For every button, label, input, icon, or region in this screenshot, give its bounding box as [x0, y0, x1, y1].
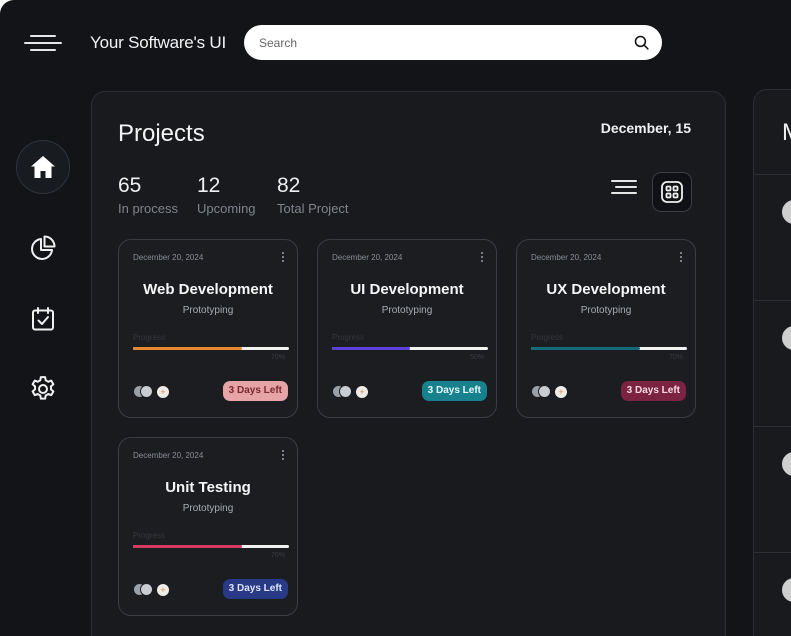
add-member-icon[interactable]: +	[157, 386, 169, 398]
progress-bar	[133, 347, 289, 350]
card-title: UI Development	[350, 281, 464, 298]
avatar	[538, 385, 551, 398]
progress-percent: 70%	[270, 354, 285, 361]
progress-label: Progress	[531, 333, 564, 342]
stat-label: Total Project	[277, 201, 349, 216]
card-date: December 20, 2024	[531, 253, 602, 262]
days-left-badge: 3 Days Left	[222, 381, 288, 401]
stat-upcoming: 12 Upcoming	[197, 174, 256, 216]
days-left-badge: 3 Days Left	[421, 381, 487, 401]
more-options-icon[interactable]	[281, 252, 285, 264]
search-input[interactable]	[259, 33, 619, 52]
stat-label: In process	[118, 201, 178, 216]
days-left-badge: 3 Days Left	[222, 579, 288, 599]
sidebar-item-home[interactable]	[16, 140, 70, 194]
right-panel-title: M	[782, 119, 791, 147]
card-subtitle: Prototyping	[381, 305, 433, 316]
stat-total: 82 Total Project	[277, 174, 349, 216]
project-card-web-development[interactable]: December 20, 2024 Web Development Protot…	[118, 239, 298, 418]
hamburger-menu-icon[interactable]	[24, 32, 62, 54]
more-options-icon[interactable]	[480, 252, 484, 264]
progress-label: Progress	[133, 333, 166, 342]
app-window: Your Software's UI Pro	[0, 0, 791, 636]
stat-value: 82	[277, 174, 301, 197]
more-options-icon[interactable]	[281, 450, 285, 462]
stat-label: Upcoming	[197, 201, 256, 216]
search-bar[interactable]	[244, 25, 662, 60]
card-title: Unit Testing	[165, 479, 251, 496]
days-left-badge: 3 Days Left	[620, 381, 686, 401]
avatar	[782, 200, 791, 224]
page-title: Projects	[118, 120, 205, 147]
progress-bar	[531, 347, 687, 350]
card-subtitle: Prototyping	[182, 503, 234, 514]
card-date: December 20, 2024	[133, 451, 204, 460]
add-member-icon[interactable]: +	[555, 386, 567, 398]
progress-percent: 70%	[270, 552, 285, 559]
team-avatars: +	[531, 385, 571, 399]
right-panel: M	[753, 89, 791, 636]
avatar	[782, 578, 791, 602]
avatar	[140, 583, 153, 596]
card-subtitle: Prototyping	[182, 305, 234, 316]
progress-fill	[133, 347, 243, 350]
divider	[754, 426, 791, 427]
stat-value: 65	[118, 174, 142, 197]
stat-value: 12	[197, 174, 221, 197]
avatar	[782, 326, 791, 350]
divider	[754, 174, 791, 175]
grid-view-icon	[661, 181, 683, 203]
add-member-icon[interactable]: +	[356, 386, 368, 398]
gear-icon	[31, 376, 55, 400]
home-icon	[31, 156, 55, 178]
progress-fill	[133, 545, 243, 548]
avatar	[782, 452, 791, 476]
avatar	[140, 385, 153, 398]
project-card-ui-development[interactable]: December 20, 2024 UI Development Prototy…	[317, 239, 497, 418]
projects-panel: Projects December, 15 65 In process 12 U…	[91, 91, 726, 636]
card-date: December 20, 2024	[133, 253, 204, 262]
progress-percent: 50%	[469, 354, 484, 361]
card-title: Web Development	[143, 281, 273, 298]
stat-in-process: 65 In process	[118, 174, 178, 216]
sidebar-item-tasks[interactable]	[16, 292, 70, 346]
progress-label: Progress	[332, 333, 365, 342]
list-view-icon[interactable]	[611, 180, 637, 198]
card-date: December 20, 2024	[332, 253, 403, 262]
card-subtitle: Prototyping	[580, 305, 632, 316]
more-options-icon[interactable]	[679, 252, 683, 264]
divider	[754, 300, 791, 301]
current-date: December, 15	[600, 120, 691, 136]
divider	[754, 552, 791, 553]
app-title: Your Software's UI	[90, 33, 227, 52]
progress-fill	[531, 347, 641, 350]
team-avatars: +	[332, 385, 372, 399]
project-card-ux-development[interactable]: December 20, 2024 UX Development Prototy…	[516, 239, 696, 418]
card-title: UX Development	[546, 281, 666, 298]
progress-bar	[133, 545, 289, 548]
progress-label: Progress	[133, 531, 166, 540]
avatar	[339, 385, 352, 398]
sidebar-item-settings[interactable]	[16, 362, 70, 416]
project-card-unit-testing[interactable]: December 20, 2024 Unit Testing Prototypi…	[118, 437, 298, 616]
calendar-check-icon	[32, 307, 54, 331]
pie-chart-icon	[31, 235, 56, 260]
team-avatars: +	[133, 385, 173, 399]
add-member-icon[interactable]: +	[157, 584, 169, 596]
progress-fill	[332, 347, 410, 350]
team-avatars: +	[133, 583, 173, 597]
search-icon[interactable]	[633, 34, 650, 51]
sidebar-item-analytics[interactable]	[16, 221, 70, 275]
progress-bar	[332, 347, 488, 350]
progress-percent: 70%	[668, 354, 683, 361]
grid-view-button[interactable]	[652, 172, 692, 212]
